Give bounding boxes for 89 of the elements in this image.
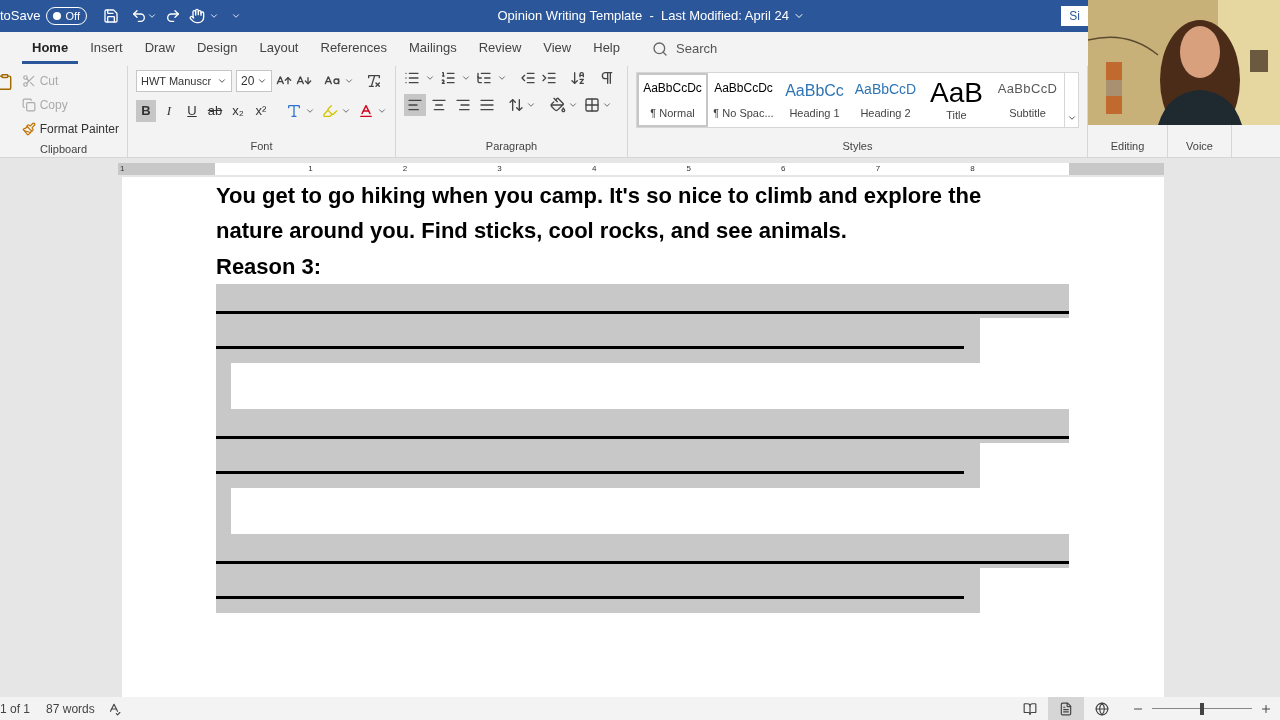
bullets-icon[interactable] xyxy=(404,70,420,86)
ribbon-tab[interactable]: Draw xyxy=(134,34,185,64)
print-layout-icon[interactable] xyxy=(1048,697,1084,720)
caret-icon[interactable] xyxy=(146,11,157,21)
ribbon-tab[interactable]: Design xyxy=(187,34,248,64)
group-label: Voice xyxy=(1186,140,1213,152)
group-label: Clipboard xyxy=(39,143,88,155)
format-button[interactable]: ab xyxy=(205,100,225,122)
ribbon-tab[interactable]: Review xyxy=(468,34,532,64)
ruler-number: 1 xyxy=(308,163,313,175)
format-button[interactable]: U xyxy=(182,100,202,122)
ruler-number: 2 xyxy=(402,163,408,175)
line-spacing-icon[interactable] xyxy=(508,97,524,113)
decrease-indent-icon[interactable] xyxy=(520,70,536,86)
customize-icon[interactable] xyxy=(230,11,241,21)
ruler-number: 3 xyxy=(497,163,502,175)
format-button[interactable]: I xyxy=(159,100,179,122)
caret-icon[interactable] xyxy=(602,100,612,110)
ribbon-tab[interactable]: Layout xyxy=(249,34,309,64)
pilcrow-icon[interactable] xyxy=(599,70,615,86)
body-paragraph: You get to go hiking when you camp. It's so nice to climb and explore the nature around you. Find sticks, cool rocks, and see animals. xyxy=(216,182,983,245)
scissors-icon xyxy=(21,74,36,88)
ruler-number: 1 xyxy=(120,163,125,175)
document-title: Opinion Writing Template - Last Modified: April 24 xyxy=(497,7,789,26)
paintbrush-icon xyxy=(21,122,36,136)
reason-heading: Reason 3: xyxy=(216,254,323,280)
search-field[interactable]: Search xyxy=(676,39,772,59)
sort-icon[interactable] xyxy=(570,70,586,86)
caret-icon[interactable] xyxy=(217,76,227,86)
zoom-thumb[interactable] xyxy=(1200,702,1204,715)
group-label: Styles xyxy=(842,140,873,152)
ribbon-tab[interactable]: References xyxy=(310,34,397,64)
caret-icon[interactable] xyxy=(344,76,354,86)
text-effects-icon[interactable] xyxy=(286,103,302,119)
format-button[interactable]: B xyxy=(136,100,156,122)
ruler-number: 4 xyxy=(591,163,597,175)
save-icon[interactable] xyxy=(102,8,119,24)
zoom-in-icon[interactable] xyxy=(1260,702,1272,715)
style-tile[interactable]: AaBbCc Heading 1 xyxy=(779,73,850,127)
redo-icon[interactable] xyxy=(164,8,181,24)
caret-icon[interactable] xyxy=(497,73,507,83)
caret-icon[interactable] xyxy=(257,76,267,86)
ruler-number: 7 xyxy=(875,163,881,175)
font-color-icon[interactable] xyxy=(358,103,374,119)
caret-icon[interactable] xyxy=(377,106,387,116)
shading-icon[interactable] xyxy=(550,97,566,113)
caret-icon[interactable] xyxy=(461,73,471,83)
align-left-icon[interactable] xyxy=(404,94,426,116)
group-label: Font xyxy=(250,140,273,152)
caret-icon[interactable] xyxy=(341,106,351,116)
ruler-number: 8 xyxy=(970,163,975,175)
style-tile[interactable]: AaBbCcDc ¶ Normal xyxy=(637,73,708,127)
clipboard-button[interactable]: Format Painter xyxy=(21,118,119,140)
format-button[interactable]: x² xyxy=(251,100,271,122)
hand-icon[interactable] xyxy=(188,8,205,24)
ribbon-tab[interactable]: Help xyxy=(583,34,630,64)
caret-icon[interactable] xyxy=(568,100,578,110)
multilevel-list-icon[interactable] xyxy=(476,70,492,86)
style-tile[interactable]: AaBbCcD Heading 2 xyxy=(850,73,921,127)
search-icon xyxy=(652,41,668,57)
word-count: 87 words xyxy=(46,700,95,718)
caret-icon[interactable] xyxy=(526,100,536,110)
caret-icon[interactable] xyxy=(305,106,315,116)
ribbon-tab[interactable]: Mailings xyxy=(399,34,467,64)
clear-formatting-icon[interactable] xyxy=(366,73,382,89)
increase-indent-icon[interactable] xyxy=(541,70,557,86)
borders-icon[interactable] xyxy=(584,97,600,113)
autosave-label: toSave xyxy=(0,7,41,26)
caret-icon[interactable] xyxy=(208,11,219,21)
font-size-field[interactable]: 20 xyxy=(236,70,272,92)
ribbon-tab[interactable]: View xyxy=(533,34,582,64)
numbering-icon[interactable] xyxy=(440,70,456,86)
group-label: Paragraph xyxy=(485,140,538,152)
sign-in-button[interactable]: Si xyxy=(1061,6,1088,26)
zoom-slider[interactable] xyxy=(1152,702,1252,715)
ribbon-tab[interactable]: Insert xyxy=(80,34,133,64)
copy-icon xyxy=(21,98,36,112)
undo-icon[interactable] xyxy=(130,8,147,24)
ruler-number: 5 xyxy=(686,163,691,175)
style-tile[interactable]: AaBbCcD Subtitle xyxy=(992,73,1063,127)
page-count: 1 of 1 xyxy=(0,700,31,718)
ruler-number: 6 xyxy=(781,163,786,175)
more-icon[interactable] xyxy=(1066,113,1077,123)
format-button[interactable]: x₂ xyxy=(228,100,248,122)
style-tile[interactable]: AaBbCcDc ¶ No Spac... xyxy=(708,73,779,127)
caret-icon[interactable] xyxy=(425,73,435,83)
font-name-field[interactable]: HWT Manuscr xyxy=(136,70,232,92)
group-label: Editing xyxy=(1110,140,1145,152)
style-tile[interactable]: AaB Title xyxy=(921,73,992,127)
